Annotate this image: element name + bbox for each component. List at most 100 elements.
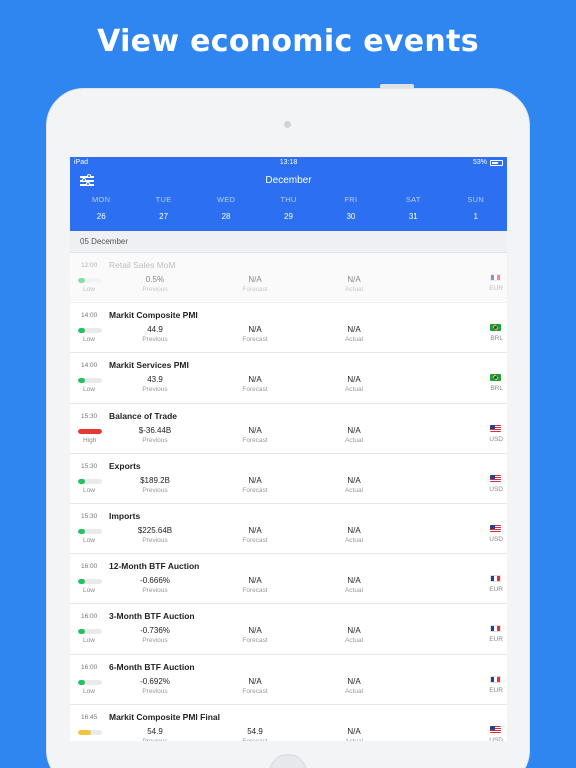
fr-flag-icon [490,575,501,583]
actual-column: N/AActual [314,476,394,494]
importance-bar [78,528,102,534]
actual-column: N/AActual [314,426,394,444]
actual-label: Actual [344,336,364,344]
event-row[interactable]: 16:00 12-Month BTF Auction Low -0.666% Previ… [70,554,507,605]
currency-code: EUR [489,586,503,594]
event-row[interactable]: 12:00 Retail Sales MoM Low 0.5% Previous N/A F… [70,253,507,304]
promo-headline: View economic events [97,24,479,59]
previous-value: -0.666% [140,576,170,586]
importance-fill [78,679,85,685]
previous-value: -0.692% [140,676,170,686]
status-time: 13:18 [279,159,298,166]
actual-label: Actual [344,637,364,645]
forecast-label: Forecast [242,637,268,645]
event-row[interactable]: 15:30 Imports Low $225.64B Previous N/A Foreca… [70,503,507,555]
day-wed[interactable]: WED 28 [195,195,257,221]
forecast-label: Forecast [242,336,268,344]
actual-label: Actual [314,738,394,741]
forecast-value: N/A [248,275,262,284]
forecast-label: Forecast [242,386,268,394]
actual-column: N/AActual [314,275,394,293]
forecast-value: N/A [248,425,262,435]
day-sun[interactable]: SUN 1 [445,195,507,221]
currency-code: USD [489,736,503,741]
week-strip: MON 26 TUE 27 WED 28 THU 29 FRI 30 SAT 31 SUN 1 [70,195,507,221]
event-time: 16:00 [81,663,98,671]
forecast-label: Forecast [242,486,268,494]
importance-label: Low [83,587,95,595]
previous-column: 54.9 Previous [115,727,195,741]
forecast-label: Forecast [242,536,268,544]
currency-code: USD [489,485,503,493]
event-time: 14:00 [81,362,98,370]
day-tue[interactable]: TUE 27 [132,195,194,221]
day-mon[interactable]: MON 26 [70,195,132,221]
currency-code: EUR [489,285,503,292]
event-time: 12:00 [81,262,98,269]
day-date: 28 [221,212,231,221]
importance-fill [78,278,85,283]
actual-value: N/A [347,325,361,335]
importance-fill [78,528,85,534]
actual-value: N/A [347,676,361,686]
forecast-column: N/A Forecast [215,677,295,695]
actual-column: N/AActual [314,626,394,644]
actual-value: N/A [347,576,361,586]
day-fri[interactable]: FRI 30 [320,195,382,221]
event-name: 6-Month BTF Auction [109,661,195,672]
top-bar: iPad 13:18 53% December MON 26 TUE 27 WED 2… [70,157,507,231]
fr-flag-icon [490,625,501,633]
event-row[interactable]: 16:00 3-Month BTF Auction Low -0.736% Previo… [70,604,507,655]
forecast-column: N/A Forecast [215,275,295,293]
previous-label: Previous [142,336,168,344]
previous-value: 44.9 [147,325,163,335]
br-flag-icon [490,324,501,332]
actual-label: Actual [344,587,364,595]
event-row[interactable]: 16:45 Markit Composite PMI Final 54.9 Previ… [70,704,507,741]
event-time: 16:00 [81,613,98,621]
importance-bar [78,328,102,334]
event-time: 15:30 [81,412,98,420]
battery-indicator: 53% [473,159,503,166]
importance-bar [78,378,102,384]
day-sat[interactable]: SAT 31 [382,195,444,221]
previous-column: -0.666% Previous [115,576,195,594]
currency-code: EUR [489,686,503,694]
forecast-label: Forecast [242,587,268,595]
previous-column: $-36.44B Previous [115,426,195,444]
forecast-value: N/A [248,576,262,586]
forecast-column: N/A Forecast [215,476,295,494]
previous-label: Previous [142,436,168,444]
importance-label: Low [83,386,95,394]
event-row[interactable]: 14:00 Markit Services PMI Low 43.9 Previous N… [70,353,507,404]
importance-label: Low [83,687,95,695]
actual-value: N/A [347,375,361,385]
previous-label: Previous [142,386,168,394]
importance-fill [78,579,85,585]
event-time: 14:00 [81,312,98,320]
event-row[interactable]: 15:30 Exports Low $189.2B Previous N/A Forecas… [70,453,507,504]
actual-column: N/AActual [314,677,394,695]
forecast-column: 54.9 Forecast [215,727,295,741]
br-flag-icon [490,374,501,382]
event-time: 15:30 [81,512,98,520]
importance-label: Low [83,336,95,344]
previous-label: Previous [142,637,168,645]
day-name: SAT [405,195,421,204]
event-name: Balance of Trade [109,410,178,421]
actual-label: Actual [344,386,364,394]
importance-fill [78,729,92,735]
previous-column: $225.64B Previous [115,526,195,544]
previous-label: Previous [142,687,168,695]
us-flag-icon [490,424,501,432]
day-thu[interactable]: THU 29 [257,195,319,221]
forecast-label: Forecast [242,436,268,444]
event-row[interactable]: 16:00 6-Month BTF Auction Low -0.692% Previo… [70,654,507,705]
event-row[interactable]: 14:00 Markit Composite PMI Low 44.9 Previous… [70,303,507,354]
event-name: Imports [109,510,141,521]
section-header: 05 December [70,231,507,253]
actual-value: N/A [347,726,361,736]
day-date: 26 [96,212,106,221]
previous-label: Previous [115,738,195,741]
event-row[interactable]: 15:30 Balance of Trade High $-36.44B Previou… [70,403,507,454]
